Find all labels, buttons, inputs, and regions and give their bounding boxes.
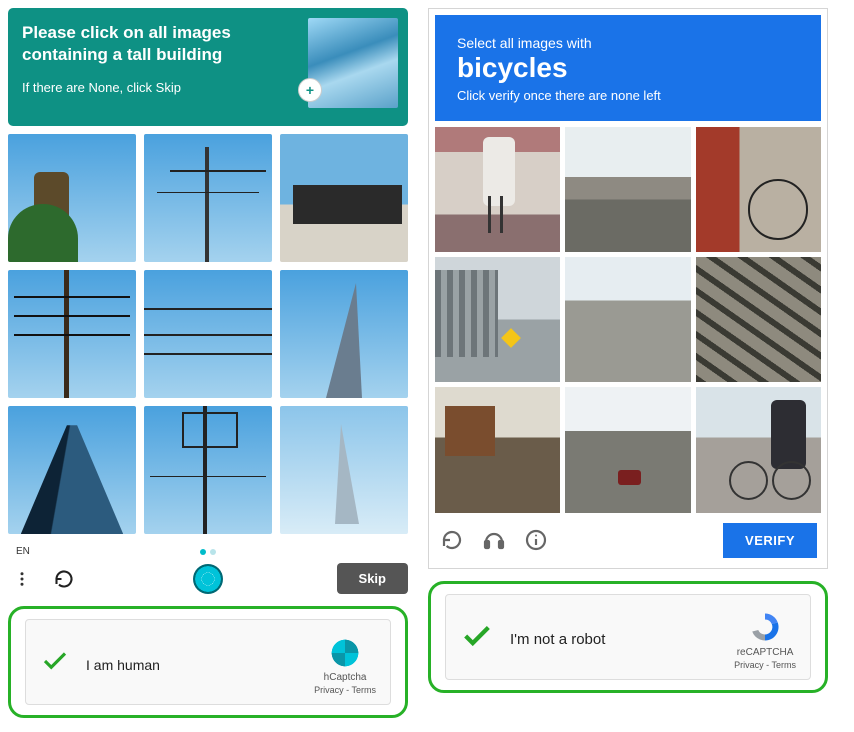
hcaptcha-tile[interactable] <box>144 134 272 262</box>
hcaptcha-checkbox-widget[interactable]: I am human hCaptcha Privacy - Terms <box>25 619 391 705</box>
recaptcha-tile[interactable] <box>565 257 690 382</box>
recaptcha-prompt-line1: Select all images with <box>457 35 799 51</box>
hcaptcha-tile[interactable] <box>144 270 272 398</box>
hcaptcha-subprompt: If there are None, click Skip <box>22 80 262 95</box>
privacy-link[interactable]: Privacy <box>314 685 344 695</box>
recaptcha-controls: VERIFY <box>435 515 821 562</box>
refresh-icon[interactable] <box>50 565 78 593</box>
recaptcha-image-grid <box>435 127 821 513</box>
recaptcha-tile[interactable] <box>435 127 560 252</box>
hcaptcha-tile[interactable] <box>280 134 408 262</box>
hcaptcha-tile[interactable] <box>8 270 136 398</box>
audio-icon[interactable] <box>481 527 507 553</box>
hcaptcha-tile[interactable] <box>144 406 272 534</box>
recaptcha-widget-container: I'm not a robot reCAPTCHA Privacy - Term… <box>428 581 828 693</box>
recaptcha-tile[interactable] <box>696 257 821 382</box>
recaptcha-tile[interactable] <box>696 387 821 512</box>
language-selector[interactable]: EN <box>8 544 38 559</box>
recaptcha-panel: Select all images with bicycles Click ve… <box>428 8 828 693</box>
more-options-icon[interactable] <box>8 565 36 593</box>
recaptcha-prompt-target: bicycles <box>457 53 799 84</box>
recaptcha-brand-label: reCAPTCHA <box>737 647 794 658</box>
hcaptcha-tile[interactable] <box>8 406 136 534</box>
pagination-dots <box>200 549 216 555</box>
recaptcha-legal-links: Privacy - Terms <box>734 660 796 670</box>
refresh-icon[interactable] <box>439 527 465 553</box>
hcaptcha-brand-icon <box>328 636 362 670</box>
hcaptcha-legal-links: Privacy - Terms <box>314 685 376 695</box>
terms-link[interactable]: Terms <box>352 685 377 695</box>
recaptcha-prompt-line3: Click verify once there are none left <box>457 88 799 103</box>
checkmark-icon <box>460 619 494 661</box>
hcaptcha-prompt: Please click on all images containing a … <box>22 22 262 66</box>
plus-icon[interactable]: + <box>298 78 322 102</box>
hcaptcha-image-grid <box>8 134 408 534</box>
hcaptcha-brand-label: hCaptcha <box>324 672 367 683</box>
recaptcha-tile[interactable] <box>435 387 560 512</box>
page-dot[interactable] <box>210 549 216 555</box>
hcaptcha-logo-icon[interactable] <box>193 564 223 594</box>
hcaptcha-panel: Please click on all images containing a … <box>8 8 408 718</box>
recaptcha-checkbox-widget[interactable]: I'm not a robot reCAPTCHA Privacy - Term… <box>445 594 811 680</box>
hcaptcha-tile[interactable] <box>8 134 136 262</box>
hcaptcha-example-image: + <box>308 18 398 108</box>
recaptcha-widget-text: I'm not a robot <box>510 631 605 648</box>
hcaptcha-tile[interactable] <box>280 406 408 534</box>
info-icon[interactable] <box>523 527 549 553</box>
recaptcha-tile[interactable] <box>565 387 690 512</box>
recaptcha-tile[interactable] <box>696 127 821 252</box>
hcaptcha-header: Please click on all images containing a … <box>8 8 408 126</box>
hcaptcha-widget-text: I am human <box>86 657 160 673</box>
verify-button[interactable]: VERIFY <box>723 523 817 558</box>
hcaptcha-widget-container: I am human hCaptcha Privacy - Terms <box>8 606 408 718</box>
terms-link[interactable]: Terms <box>772 660 797 670</box>
recaptcha-header: Select all images with bicycles Click ve… <box>435 15 821 121</box>
checkmark-icon <box>40 646 70 684</box>
recaptcha-tile[interactable] <box>565 127 690 252</box>
recaptcha-brand-icon <box>747 609 783 645</box>
skip-button[interactable]: Skip <box>337 563 408 594</box>
hcaptcha-tile[interactable] <box>280 270 408 398</box>
recaptcha-tile[interactable] <box>435 257 560 382</box>
recaptcha-frame: Select all images with bicycles Click ve… <box>428 8 828 569</box>
privacy-link[interactable]: Privacy <box>734 660 764 670</box>
page-dot[interactable] <box>200 549 206 555</box>
